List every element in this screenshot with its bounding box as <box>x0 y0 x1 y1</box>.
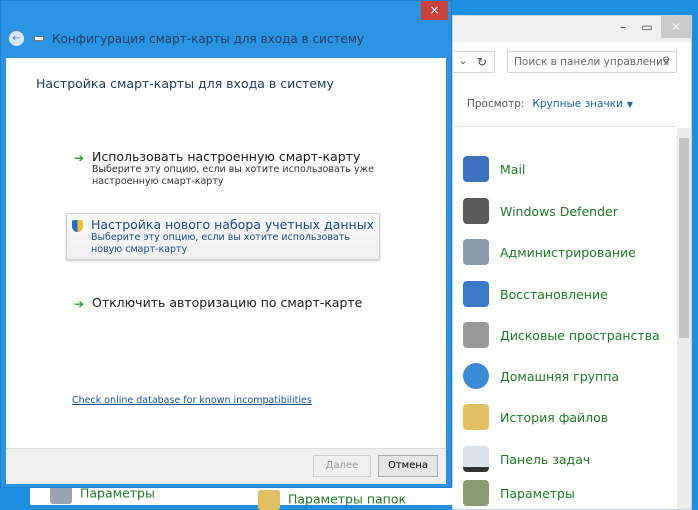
dialog-body: Настройка смарт-карты для входа в систем… <box>6 58 446 448</box>
item-defender[interactable]: Windows Defender <box>463 196 618 226</box>
item-label: Параметры папок <box>288 491 407 507</box>
dialog-header: ← Конфигурация смарт-карты для входа в с… <box>9 31 364 46</box>
close-button[interactable]: ✕ <box>661 16 691 38</box>
search-input[interactable]: Поиск в панели управления ⚲ <box>507 51 677 73</box>
control-panel-window: – ▭ ✕ ⌄ ↻ Поиск в панели управления ⚲ Пр… <box>452 15 692 510</box>
chevron-down-icon[interactable]: ⌄ <box>459 56 467 67</box>
refresh-icon[interactable]: ↻ <box>477 55 487 69</box>
smartcard-dialog: × ← Конфигурация смарт-карты для входа в… <box>0 0 452 488</box>
green-arrow-icon: ➔ <box>74 297 85 311</box>
address-bar-controls: ⌄ ↻ <box>453 51 495 73</box>
option-description: Выберите эту опцию, если вы хотите испол… <box>92 164 374 187</box>
taskbar-icon <box>463 446 489 472</box>
item-label: Дисковые пространства <box>500 327 660 343</box>
view-selector: Просмотр: Крупные значки ▼ <box>467 98 633 110</box>
dialog-title: Конфигурация смарт-карты для входа в сис… <box>52 31 364 46</box>
item-label: Восстановление <box>500 286 608 302</box>
item-folder-options[interactable]: Параметры папок <box>258 490 406 510</box>
item-label: Windows Defender <box>500 203 618 219</box>
item-recovery[interactable]: Восстановление <box>463 279 608 309</box>
defender-icon <box>463 198 489 224</box>
search-placeholder: Поиск в панели управления <box>514 56 670 68</box>
caret-down-icon[interactable]: ▼ <box>627 100 633 109</box>
next-button[interactable]: Далее <box>313 455 371 477</box>
control-panel-titlebar: – ▭ ✕ <box>453 16 691 42</box>
item-storage[interactable]: Дисковые пространства <box>463 320 660 350</box>
file-history-icon <box>463 404 489 430</box>
admin-tools-icon <box>463 239 489 265</box>
item-label: Параметры <box>500 485 575 501</box>
search-icon[interactable]: ⚲ <box>662 55 670 67</box>
green-arrow-icon: ➔ <box>74 151 85 165</box>
incompatibilities-link[interactable]: Check online database for known incompat… <box>72 395 312 406</box>
item-label: Панель задач <box>500 451 591 467</box>
uac-shield-icon <box>72 220 83 232</box>
item-label: Домашняя группа <box>500 368 620 384</box>
item-mail[interactable]: Mail <box>463 154 525 184</box>
recovery-icon <box>463 281 489 307</box>
option-title: Отключить авторизацию по смарт-карте <box>92 295 363 310</box>
storage-spaces-icon <box>463 322 489 348</box>
back-arrow-icon[interactable]: ← <box>9 31 24 46</box>
item-admin[interactable]: Администрирование <box>463 237 636 267</box>
cancel-button[interactable]: Отмена <box>378 455 438 477</box>
scrollbar[interactable] <box>677 128 691 509</box>
minimize-button[interactable]: – <box>613 16 633 38</box>
page-heading: Настройка смарт-карты для входа в систем… <box>36 76 334 91</box>
mail-icon <box>463 156 489 182</box>
item-settings[interactable]: Параметры <box>463 478 575 508</box>
view-dropdown[interactable]: Крупные значки <box>532 98 622 110</box>
option-use-existing[interactable]: ➔ Использовать настроенную смарт-карту В… <box>68 146 380 191</box>
option-disable-smartcard[interactable]: ➔ Отключить авторизацию по смарт-карте <box>68 292 380 313</box>
homegroup-icon <box>463 363 489 389</box>
folder-options-icon <box>258 490 280 510</box>
option-title: Использовать настроенную смарт-карту <box>92 149 361 164</box>
dialog-footer: Далее Отмена <box>6 448 446 484</box>
item-taskbar[interactable]: Панель задач <box>463 444 590 474</box>
option-description: Выберите эту опцию, если вы хотите испол… <box>91 232 350 255</box>
divider <box>453 126 677 127</box>
option-title: Настройка нового набора учетных данных <box>91 217 374 232</box>
item-homegroup[interactable]: Домашняя группа <box>463 361 619 391</box>
maximize-button[interactable]: ▭ <box>636 16 658 38</box>
close-button[interactable]: × <box>421 1 448 20</box>
item-label: Mail <box>500 161 526 177</box>
settings-icon <box>463 480 489 506</box>
smartcard-icon <box>34 36 44 41</box>
scrollbar-thumb[interactable] <box>679 138 689 338</box>
item-file-history[interactable]: История файлов <box>463 402 608 432</box>
item-label: История файлов <box>500 409 609 425</box>
view-label: Просмотр: <box>467 98 525 110</box>
option-new-credentials[interactable]: Настройка нового набора учетных данных В… <box>66 213 380 260</box>
item-label: Администрирование <box>500 244 636 260</box>
